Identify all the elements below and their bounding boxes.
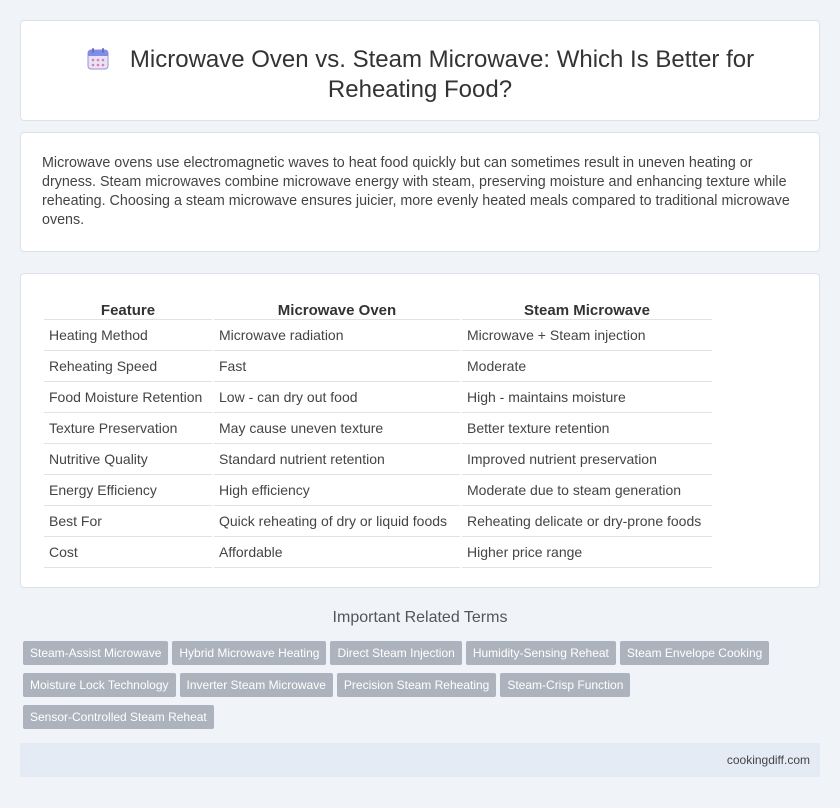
table-row: Reheating Speed Fast Moderate [44,351,712,382]
comparison-table: Feature Microwave Oven Steam Microwave H… [42,294,714,568]
table-cell: High efficiency [214,475,460,506]
comparison-card: Feature Microwave Oven Steam Microwave H… [20,273,820,588]
table-cell: Reheating delicate or dry-prone foods [462,506,712,537]
table-header-row: Feature Microwave Oven Steam Microwave [44,294,712,320]
table-cell: Better texture retention [462,413,712,444]
table-cell: Microwave radiation [214,320,460,351]
related-term-tag[interactable]: Precision Steam Reheating [336,673,497,697]
intro-card: Microwave ovens use electromagnetic wave… [20,132,820,252]
header-feature: Feature [44,294,212,320]
related-term-tag[interactable]: Direct Steam Injection [330,641,462,665]
table-row: Nutritive Quality Standard nutrient rete… [44,444,712,475]
table-cell: High - maintains moisture [462,382,712,413]
table-row: Texture Preservation May cause uneven te… [44,413,712,444]
table-row: Best For Quick reheating of dry or liqui… [44,506,712,537]
related-term-tag[interactable]: Hybrid Microwave Heating [172,641,327,665]
table-cell: Microwave + Steam injection [462,320,712,351]
related-term-tag[interactable]: Inverter Steam Microwave [179,673,333,697]
footer: cookingdiff.com [20,743,820,777]
table-cell: Moderate [462,351,712,382]
footer-site-link[interactable]: cookingdiff.com [727,753,810,767]
table-cell: Affordable [214,537,460,568]
header-steam-microwave: Steam Microwave [462,294,712,320]
table-row: Energy Efficiency High efficiency Modera… [44,475,712,506]
table-cell: Higher price range [462,537,712,568]
table-cell: Nutritive Quality [44,444,212,475]
related-term-tag[interactable]: Steam-Crisp Function [500,673,631,697]
table-cell: Texture Preservation [44,413,212,444]
table-cell: Cost [44,537,212,568]
related-term-tag[interactable]: Steam Envelope Cooking [619,641,770,665]
table-cell: Energy Efficiency [44,475,212,506]
table-row: Food Moisture Retention Low - can dry ou… [44,382,712,413]
table-row: Cost Affordable Higher price range [44,537,712,568]
intro-text: Microwave ovens use electromagnetic wave… [42,155,790,228]
table-cell: Best For [44,506,212,537]
table-row: Heating Method Microwave radiation Micro… [44,320,712,351]
related-term-tag[interactable]: Humidity-Sensing Reheat [465,641,616,665]
related-terms-heading: Important Related Terms [332,609,508,626]
table-cell: Moderate due to steam generation [462,475,712,506]
related-term-tag[interactable]: Moisture Lock Technology [23,673,176,697]
table-cell: Improved nutrient preservation [462,444,712,475]
header-microwave-oven: Microwave Oven [214,294,460,320]
title-line-1: Microwave Oven vs. Steam Microwave: Whic… [129,46,755,73]
title-line-2: Reheating Food? [327,76,513,103]
table-cell: Heating Method [44,320,212,351]
calendar-icon [87,48,109,70]
table-cell: May cause uneven texture [214,413,460,444]
title-card: Microwave Oven vs. Steam Microwave: Whic… [20,20,820,121]
table-cell: Food Moisture Retention [44,382,212,413]
table-cell: Fast [214,351,460,382]
table-cell: Standard nutrient retention [214,444,460,475]
related-terms-list: Steam-Assist Microwave Hybrid Microwave H… [23,641,803,737]
table-cell: Quick reheating of dry or liquid foods [214,506,460,537]
related-term-tag[interactable]: Steam-Assist Microwave [23,641,169,665]
related-term-tag[interactable]: Sensor-Controlled Steam Reheat [23,705,214,729]
table-cell: Low - can dry out food [214,382,460,413]
table-cell: Reheating Speed [44,351,212,382]
page-title: Microwave Oven vs. Steam Microwave: Whic… [21,45,819,105]
